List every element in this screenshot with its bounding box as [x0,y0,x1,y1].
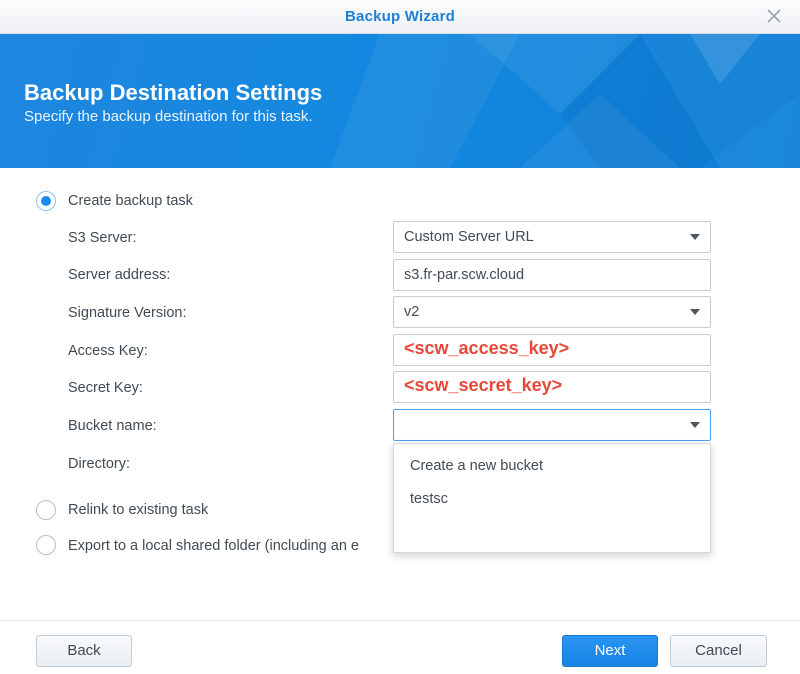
bucket-name-label: Bucket name: [68,418,157,434]
chevron-down-icon [690,422,700,428]
access-key-input[interactable]: <scw_access_key> [393,334,711,366]
cancel-button[interactable]: Cancel [670,635,767,667]
page-title: Backup Destination Settings [24,80,323,105]
signature-version-select[interactable]: v2 [393,296,711,328]
server-address-input[interactable]: s3.fr-par.scw.cloud [393,259,711,291]
s3-server-label: S3 Server: [68,230,137,246]
window-titlebar: Backup Wizard [0,0,800,34]
window-title: Backup Wizard [345,8,455,25]
relink-task-radio[interactable] [36,500,56,520]
next-button[interactable]: Next [562,635,658,667]
create-task-radio[interactable] [36,191,56,211]
s3-server-value: Custom Server URL [404,229,534,245]
directory-label: Directory: [68,456,131,472]
header-banner: Backup Destination Settings Specify the … [0,34,800,168]
server-address-label: Server address: [68,267,171,283]
dropdown-option-testsc[interactable]: testsc [410,491,448,507]
secret-key-label: Secret Key: [68,380,143,396]
footer-divider [0,620,800,621]
server-address-value: s3.fr-par.scw.cloud [404,267,525,283]
relink-task-label: Relink to existing task [68,502,209,518]
s3-server-select[interactable]: Custom Server URL [393,221,711,253]
access-key-value: <scw_access_key> [404,338,570,358]
create-task-label: Create backup task [68,193,193,209]
secret-key-input[interactable]: <scw_secret_key> [393,371,711,403]
signature-version-label: Signature Version: [68,305,187,321]
chevron-down-icon [690,234,700,240]
close-icon[interactable] [762,4,786,28]
bucket-name-select[interactable] [393,409,711,441]
export-local-radio[interactable] [36,535,56,555]
access-key-label: Access Key: [68,343,148,359]
page-subtitle: Specify the backup destination for this … [24,108,313,125]
dropdown-option-create-bucket[interactable]: Create a new bucket [410,458,543,474]
secret-key-value: <scw_secret_key> [404,375,563,395]
chevron-down-icon [690,309,700,315]
signature-version-value: v2 [404,304,420,320]
back-button[interactable]: Back [36,635,132,667]
export-local-label: Export to a local shared folder (includi… [68,538,359,554]
bucket-dropdown-menu: Create a new bucket testsc [393,443,711,553]
